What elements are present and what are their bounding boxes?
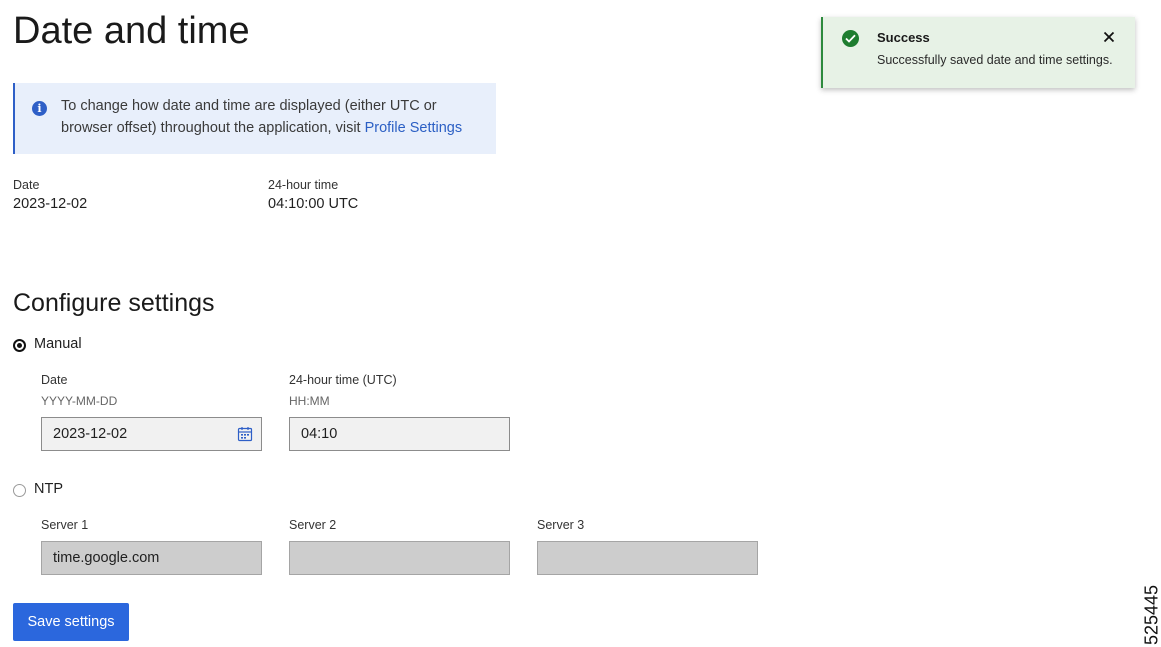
info-icon: i (32, 101, 47, 116)
configure-settings-title: Configure settings (13, 289, 215, 317)
manual-date-value: 2023-12-02 (53, 426, 128, 442)
ntp-radio[interactable] (13, 484, 26, 497)
check-circle-icon (842, 30, 859, 47)
calendar-icon[interactable] (237, 426, 253, 442)
ntp-radio-label[interactable]: NTP (34, 481, 63, 497)
server-2-label: Server 2 (289, 518, 337, 532)
manual-time-input[interactable]: 04:10 (289, 417, 510, 451)
server-1-label: Server 1 (41, 518, 89, 532)
server-1-input[interactable]: time.google.com (41, 541, 262, 575)
toast-title: Success (877, 30, 930, 45)
manual-time-label: 24-hour time (UTC) (289, 373, 397, 387)
toast-message: Successfully saved date and time setting… (877, 53, 1113, 67)
server-2-input[interactable] (289, 541, 510, 575)
manual-date-input[interactable]: 2023-12-02 (41, 417, 262, 451)
manual-radio[interactable] (13, 339, 26, 352)
manual-time-hint: HH:MM (289, 394, 330, 408)
success-toast: Success Successfully saved date and time… (821, 17, 1135, 88)
info-notice: i To change how date and time are displa… (13, 83, 496, 154)
close-icon[interactable] (1103, 31, 1115, 43)
manual-date-label: Date (41, 373, 68, 387)
server-1-value: time.google.com (53, 550, 160, 566)
save-settings-button[interactable]: Save settings (13, 603, 129, 641)
manual-time-value: 04:10 (301, 426, 338, 442)
info-text: To change how date and time are displaye… (61, 95, 481, 139)
figure-id: 525445 (1141, 584, 1161, 646)
server-3-input[interactable] (537, 541, 758, 575)
page-title: Date and time (13, 10, 250, 52)
manual-radio-label[interactable]: Manual (34, 336, 82, 352)
current-date-value: 2023-12-02 (13, 196, 88, 212)
profile-settings-link[interactable]: Profile Settings (365, 120, 463, 136)
current-time-label: 24-hour time (268, 178, 339, 192)
manual-date-hint: YYYY-MM-DD (41, 394, 118, 408)
current-time-value: 04:10:00 UTC (268, 196, 359, 212)
current-date-label: Date (13, 178, 40, 192)
server-3-label: Server 3 (537, 518, 585, 532)
